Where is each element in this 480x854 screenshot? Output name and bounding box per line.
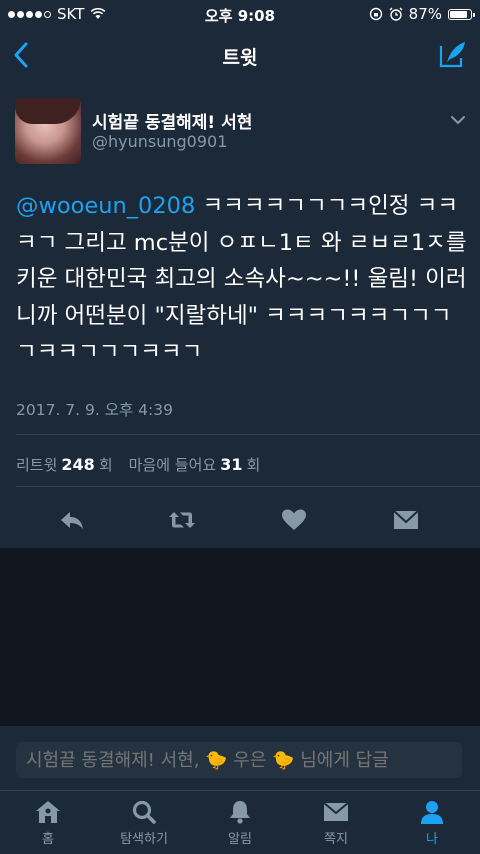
tab-explore[interactable]: 탐색하기 [96, 799, 192, 847]
retweet-label: 리트윗 [16, 456, 58, 474]
like-label: 마음에 들어요 [128, 456, 217, 474]
tweet-detail: 시험끝 동결해제! 서현 @hyunsung0901 @wooeun_0208 … [0, 82, 480, 548]
bell-icon [230, 801, 250, 824]
status-bar: SKT 오후 9:08 87% [0, 0, 480, 28]
like-unit: 회 [246, 456, 261, 474]
direct-message-icon[interactable] [392, 508, 420, 532]
envelope-icon [323, 802, 349, 821]
divider [16, 486, 480, 487]
tweet-timestamp: 2017. 7. 9. 오후 4:39 [16, 401, 173, 419]
display-name[interactable]: 시험끝 동결해제! 서현 [92, 108, 252, 133]
status-right: 87% [369, 5, 475, 23]
user-handle[interactable]: @hyunsung0901 [92, 132, 227, 151]
battery-icon [448, 8, 475, 20]
tab-me[interactable]: 나 [384, 799, 480, 847]
page-title: 트윗 [222, 47, 258, 69]
retweet-count[interactable]: 248 [61, 455, 94, 474]
tab-label: 쪽지 [324, 832, 348, 847]
retweet-icon[interactable] [168, 508, 196, 532]
avatar[interactable] [15, 98, 81, 164]
tab-bar: 홈 탐색하기 알림 쪽지 나 [0, 790, 480, 854]
tab-label: 나 [426, 832, 438, 847]
reply-bar [0, 726, 480, 790]
reply-icon[interactable] [58, 508, 86, 532]
chevron-down-icon[interactable] [450, 114, 466, 126]
tab-label: 탐색하기 [120, 832, 168, 847]
reply-input[interactable] [16, 742, 462, 778]
tab-label: 알림 [228, 832, 252, 847]
home-icon [36, 801, 60, 823]
nav-bar: 트윗 [0, 28, 480, 82]
alarm-icon [389, 7, 403, 21]
tab-notifications[interactable]: 알림 [192, 799, 288, 847]
heart-icon[interactable] [280, 508, 308, 532]
tweet-text: @wooeun_0208 ㅋㅋㅋㅋㄱㄱㄱㅋ인정 ㅋㅋㅋㄱ 그리고 mc분이 ㅇㅍ… [16, 188, 468, 371]
tab-messages[interactable]: 쪽지 [288, 799, 384, 847]
rotation-lock-icon [369, 7, 382, 21]
tab-home[interactable]: 홈 [0, 799, 96, 847]
divider [16, 434, 480, 435]
tab-label: 홈 [42, 832, 54, 847]
compose-tweet-icon[interactable] [438, 38, 468, 70]
action-bar [0, 500, 480, 540]
mention-link[interactable]: @wooeun_0208 [16, 193, 195, 219]
retweet-unit: 회 [98, 456, 113, 474]
like-count[interactable]: 31 [220, 455, 242, 474]
tweet-stats: 리트윗 248 회 마음에 들어요 31 회 [16, 454, 260, 475]
battery-percent: 87% [408, 5, 442, 23]
person-icon [421, 801, 443, 824]
search-icon [132, 800, 156, 824]
